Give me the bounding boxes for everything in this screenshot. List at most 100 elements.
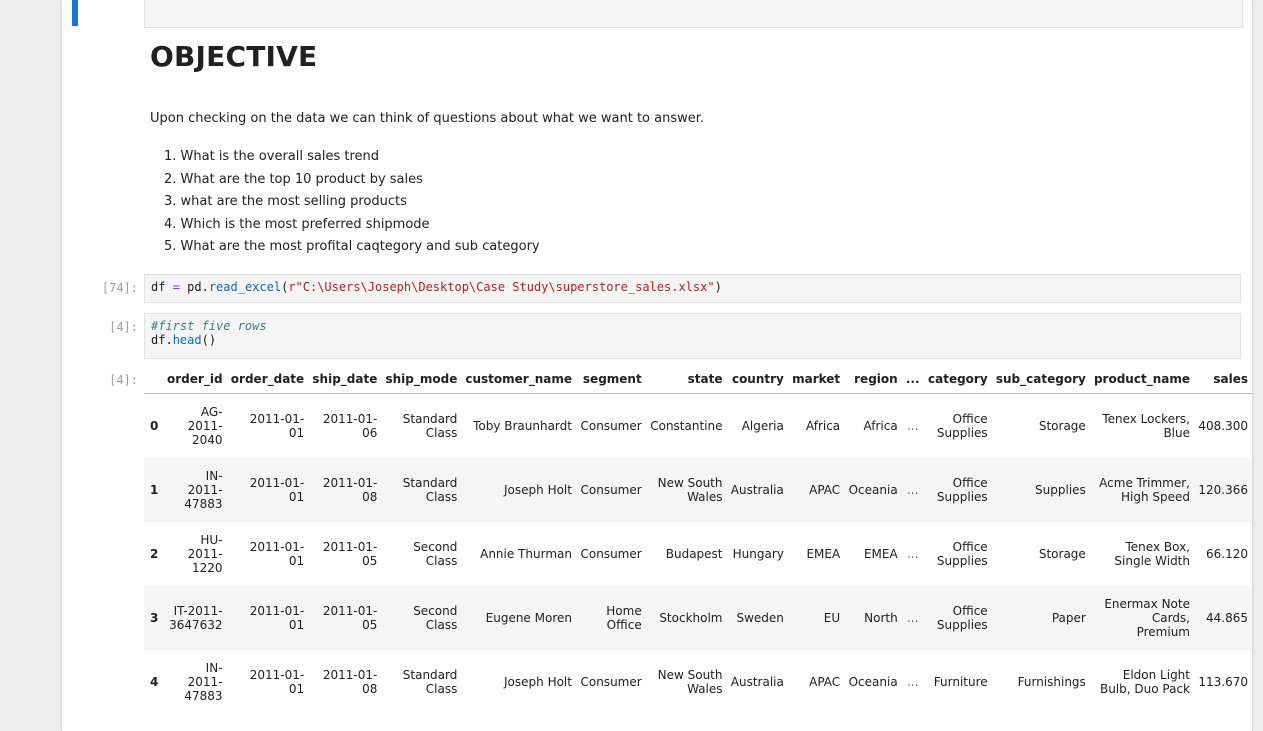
table-cell: Stockholm	[659, 610, 723, 625]
column-header: order_date	[226, 365, 309, 394]
row-index: 3	[150, 610, 159, 625]
code-token: .	[165, 333, 173, 347]
table-cell: 2011-01- 01	[249, 667, 305, 696]
code-token: ()	[201, 333, 217, 347]
table-cell: Home Office	[606, 603, 642, 632]
list-item: 3. what are the most selling products	[164, 194, 407, 209]
code-token: head	[172, 333, 202, 347]
column-header: sub_category	[991, 365, 1090, 394]
table-cell: Supplies	[1035, 482, 1086, 497]
column-header: order_id	[162, 365, 227, 394]
table-cell: Tenex Lockers, Blue	[1102, 411, 1190, 440]
active-cell-indicator[interactable]	[72, 0, 78, 26]
column-header: category	[923, 365, 992, 394]
table-cell: Furniture	[933, 674, 988, 689]
table-cell: Africa	[805, 418, 841, 433]
table-row: 3 IT-2011- 3647632 2011-01- 01 2011-01- 05 S…	[144, 585, 1252, 650]
list-item: 5. What are the most profital caqtegory …	[164, 239, 540, 254]
code-token: pd	[187, 280, 202, 294]
table-cell: Acme Trimmer, High Speed	[1099, 475, 1190, 504]
table-cell: 2011-01- 01	[249, 539, 305, 568]
dataframe-output: order_id order_date ship_date ship_mode cust…	[144, 365, 1252, 714]
row-index: 2	[150, 546, 159, 561]
row-index: 0	[150, 418, 159, 433]
list-item: 4. Which is the most preferred shipmode	[164, 216, 430, 232]
table-cell: ...	[906, 546, 919, 561]
table-cell: EU	[823, 610, 841, 625]
table-cell: HU- 2011- 1220	[187, 532, 223, 575]
table-cell: Standard Class	[402, 667, 458, 696]
table-cell: 2011-01- 05	[322, 603, 378, 632]
table-row: 2 HU- 2011- 1220 2011-01- 01 2011-01- 05 Sec…	[144, 522, 1252, 586]
table-cell: Office Supplies	[936, 411, 988, 440]
column-header: ...	[901, 365, 924, 394]
table-cell: ...	[906, 610, 919, 625]
table-body: 0 AG- 2011- 2040 2011-01- 01 2011-01- 06 Sta…	[144, 394, 1252, 714]
table-cell: IN- 2011- 47883	[184, 468, 223, 511]
table-cell: ...	[906, 482, 919, 497]
table-cell: ...	[906, 418, 919, 433]
notebook-panel: OBJECTIVE Upon checking on the data we c…	[61, 0, 1253, 731]
table-cell: EMEA	[863, 546, 898, 561]
table-cell: 2011-01- 06	[322, 411, 378, 440]
list-item: 1. What is the overall sales trend	[164, 149, 380, 164]
table-cell: Furnishings	[1017, 674, 1086, 689]
table-cell: Standard Class	[402, 411, 458, 440]
table-cell: Oceania	[848, 674, 898, 689]
table-cell: Joseph Holt	[504, 674, 572, 689]
table-cell: New South Wales	[657, 667, 723, 696]
objective-list: 1. What is the overall sales trend 2. Wh…	[164, 146, 540, 259]
table-cell: Tenex Box, Single Width	[1114, 539, 1190, 568]
code-token: .	[201, 280, 209, 294]
table-cell: Eldon Light Bulb, Duo Pack	[1099, 667, 1190, 696]
row-index: 1	[150, 482, 159, 497]
column-header: segment	[575, 365, 646, 394]
table-cell: Joseph Holt	[504, 482, 572, 497]
table-cell: North	[864, 610, 898, 625]
column-header: ship_mode	[381, 365, 462, 394]
code-token: df	[151, 280, 166, 294]
table-cell: 2011-01- 08	[322, 667, 378, 696]
table-cell: Storage	[1038, 418, 1086, 433]
table-cell: 66.120	[1206, 546, 1248, 561]
list-item: 2. What are the top 10 product by sales	[164, 171, 423, 187]
table-cell: Office Supplies	[936, 475, 988, 504]
table-cell: Consumer	[580, 546, 642, 561]
column-header: region	[844, 365, 902, 394]
column-header: country	[726, 365, 788, 394]
code-comment: #first five rows	[151, 319, 267, 333]
table-cell: Oceania	[848, 482, 898, 497]
table-cell: 2011-01- 08	[322, 475, 378, 504]
table-cell: Consumer	[580, 418, 642, 433]
input-prompt: [4]:	[109, 320, 138, 334]
table-cell: 2011-01- 01	[249, 475, 305, 504]
table-cell: AG- 2011- 2040	[187, 404, 223, 447]
table-cell: IN- 2011- 47883	[184, 660, 223, 703]
column-header: sales	[1194, 365, 1252, 394]
table-cell: 44.865	[1206, 610, 1248, 625]
row-index: 4	[150, 674, 159, 689]
table-cell: APAC	[809, 482, 841, 497]
table-cell: Africa	[863, 418, 898, 433]
table-cell: ...	[906, 674, 919, 689]
column-header: customer_name	[461, 365, 576, 394]
table-cell: 2011-01- 01	[249, 603, 305, 632]
column-header: ship_date	[308, 365, 382, 394]
code-token: df	[151, 333, 166, 347]
table-cell: APAC	[809, 674, 841, 689]
table-cell: EMEA	[806, 546, 841, 561]
table-cell: Second Class	[413, 539, 458, 568]
previous-cell[interactable]	[144, 0, 1243, 28]
table-cell: Consumer	[580, 674, 642, 689]
markdown-cell[interactable]: OBJECTIVE Upon checking on the data we c…	[150, 40, 1240, 254]
table-cell: Hungary	[732, 546, 784, 561]
code-cell-head[interactable]: #first five rows df.head()	[144, 313, 1241, 359]
table-row: 1 IN- 2011- 47883 2011-01- 01 2011-01- 08 St…	[144, 457, 1252, 522]
column-header: product_name	[1089, 365, 1194, 394]
table-cell: Storage	[1038, 546, 1086, 561]
code-cell-read-excel[interactable]: df = pd.read_excel(r"C:\Users\Joseph\Des…	[144, 274, 1241, 303]
table-cell: Sweden	[736, 610, 784, 625]
table-cell: Standard Class	[402, 475, 458, 504]
table-header-row: order_id order_date ship_date ship_mode cust…	[144, 365, 1252, 394]
column-header: market	[787, 365, 845, 394]
